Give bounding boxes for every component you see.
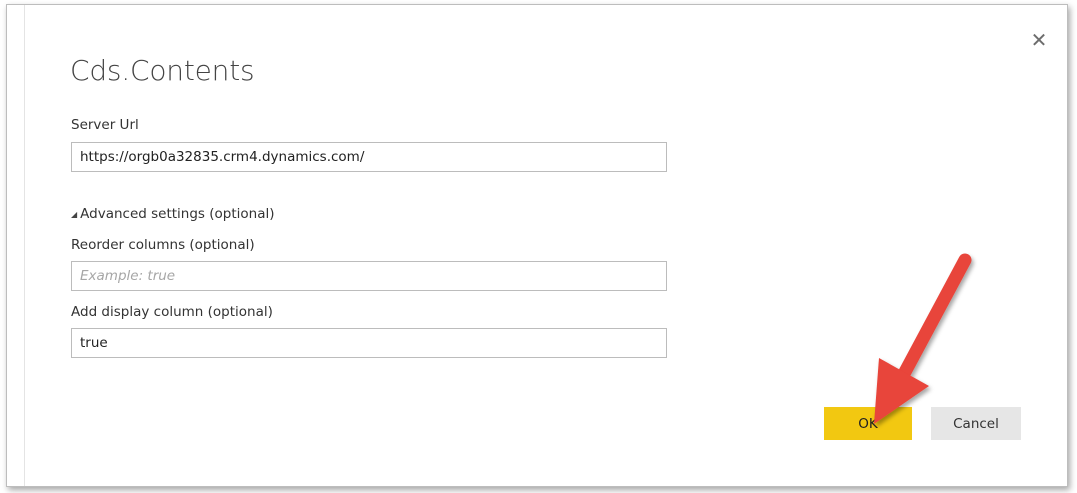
reorder-columns-input[interactable] — [71, 261, 667, 291]
dialog-inner-divider — [24, 5, 25, 486]
dialog-title: Cds.Contents — [70, 54, 255, 87]
add-display-column-input[interactable] — [71, 328, 667, 358]
add-display-column-label: Add display column (optional) — [71, 304, 273, 320]
cancel-button[interactable]: Cancel — [931, 407, 1021, 440]
server-url-input[interactable] — [71, 142, 667, 172]
server-url-label: Server Url — [71, 117, 139, 133]
screenshot-stage: ✕ Cds.Contents Server Url ◢Advanced sett… — [0, 0, 1077, 493]
close-icon[interactable]: ✕ — [1029, 30, 1049, 50]
triangle-collapse-icon: ◢ — [71, 210, 78, 219]
advanced-settings-label: Advanced settings (optional) — [80, 206, 275, 222]
reorder-columns-label: Reorder columns (optional) — [71, 237, 255, 253]
advanced-settings-toggle[interactable]: ◢ Advanced settings (optional) — [71, 206, 275, 222]
ok-button[interactable]: OK — [824, 407, 912, 440]
